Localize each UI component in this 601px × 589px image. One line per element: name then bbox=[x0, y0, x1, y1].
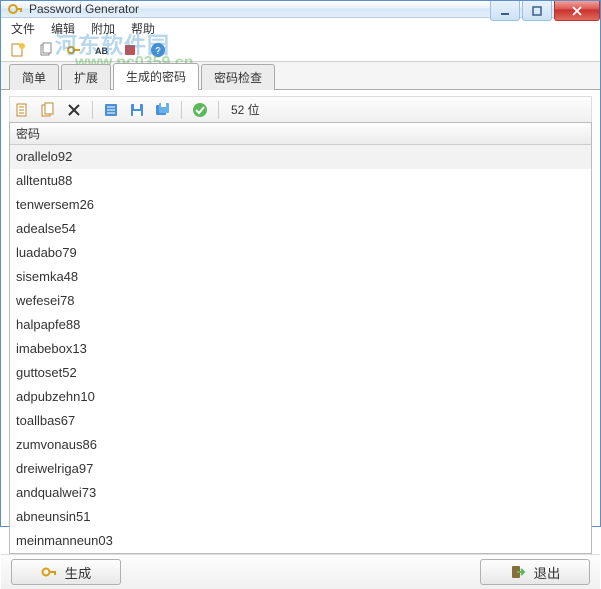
footer: 生成 退出 bbox=[1, 554, 600, 589]
toolbar-new-icon[interactable] bbox=[7, 39, 29, 61]
save-all-icon[interactable] bbox=[153, 100, 173, 120]
list-item[interactable]: imabebox13 bbox=[10, 337, 591, 361]
list-item[interactable]: guttoset52 bbox=[10, 361, 591, 385]
list-item[interactable]: zumvonaus86 bbox=[10, 433, 591, 457]
toolbar-key-icon[interactable] bbox=[63, 39, 85, 61]
separator bbox=[218, 101, 219, 119]
list-body[interactable]: orallelo92alltentu88tenwersem26adealse54… bbox=[10, 145, 591, 553]
strength-ok-icon bbox=[190, 100, 210, 120]
list-item[interactable]: toallbas67 bbox=[10, 409, 591, 433]
tab-extended[interactable]: 扩展 bbox=[61, 64, 111, 90]
exit-label: 退出 bbox=[534, 563, 561, 582]
main-toolbar: AB ? bbox=[1, 39, 600, 62]
list-header: 密码 bbox=[10, 123, 591, 145]
list-item[interactable]: adealse54 bbox=[10, 217, 591, 241]
list-item[interactable]: orallelo92 bbox=[10, 145, 591, 169]
delete-icon[interactable] bbox=[64, 100, 84, 120]
exit-button[interactable]: 退出 bbox=[480, 559, 590, 585]
copy-one-icon[interactable] bbox=[12, 100, 32, 120]
exit-icon bbox=[510, 564, 526, 580]
menu-file[interactable]: 文件 bbox=[7, 18, 39, 39]
menu-help[interactable]: 帮助 bbox=[127, 18, 159, 39]
key-icon bbox=[41, 564, 57, 580]
list-item[interactable]: luadabo79 bbox=[10, 241, 591, 265]
list-header-label: 密码 bbox=[16, 125, 40, 142]
list-item[interactable]: adpubzehn10 bbox=[10, 385, 591, 409]
svg-text:AB: AB bbox=[95, 46, 108, 56]
password-list: 密码 orallelo92alltentu88tenwersem26adeals… bbox=[9, 122, 592, 554]
menu-append[interactable]: 附加 bbox=[87, 18, 119, 39]
separator bbox=[181, 101, 182, 119]
titlebar: Password Generator bbox=[1, 1, 600, 18]
toolbar-copy-icon[interactable] bbox=[35, 39, 57, 61]
list-item[interactable]: tenwersem26 bbox=[10, 193, 591, 217]
list-item[interactable]: meinmanneun03 bbox=[10, 529, 591, 553]
list-item[interactable]: dreiwelriga97 bbox=[10, 457, 591, 481]
list-item[interactable]: abneunsin51 bbox=[10, 505, 591, 529]
toolbar-help-icon[interactable]: ? bbox=[147, 39, 169, 61]
app-icon bbox=[7, 1, 23, 17]
tab-generated[interactable]: 生成的密码 bbox=[113, 63, 199, 90]
toolbar-settings-icon[interactable] bbox=[119, 39, 141, 61]
generate-label: 生成 bbox=[65, 563, 92, 582]
menubar: 文件 编辑 附加 帮助 bbox=[1, 18, 600, 39]
generate-button[interactable]: 生成 bbox=[11, 559, 121, 585]
save-icon[interactable] bbox=[127, 100, 147, 120]
content-toolbar: 52 位 bbox=[9, 96, 592, 122]
separator bbox=[92, 101, 93, 119]
list-item[interactable]: sisemka48 bbox=[10, 265, 591, 289]
tab-simple[interactable]: 简单 bbox=[9, 64, 59, 90]
window-title: Password Generator bbox=[29, 2, 139, 16]
toolbar-abc-icon[interactable]: AB bbox=[91, 39, 113, 61]
content-area: 52 位 密码 orallelo92alltentu88tenwersem26a… bbox=[1, 90, 600, 554]
bits-label: 52 位 bbox=[227, 101, 264, 118]
list-item[interactable]: wefesei78 bbox=[10, 289, 591, 313]
list-item[interactable]: andqualwei73 bbox=[10, 481, 591, 505]
tab-check[interactable]: 密码检查 bbox=[201, 64, 275, 90]
select-all-icon[interactable] bbox=[101, 100, 121, 120]
app-window: Password Generator 文件 编辑 附加 帮助 河东软件园 www… bbox=[0, 0, 601, 527]
tabstrip: 简单 扩展 生成的密码 密码检查 bbox=[1, 62, 600, 90]
list-item[interactable]: alltentu88 bbox=[10, 169, 591, 193]
copy-all-icon[interactable] bbox=[38, 100, 58, 120]
svg-text:?: ? bbox=[155, 46, 161, 57]
menu-edit[interactable]: 编辑 bbox=[47, 18, 79, 39]
list-item[interactable]: halpapfe88 bbox=[10, 313, 591, 337]
